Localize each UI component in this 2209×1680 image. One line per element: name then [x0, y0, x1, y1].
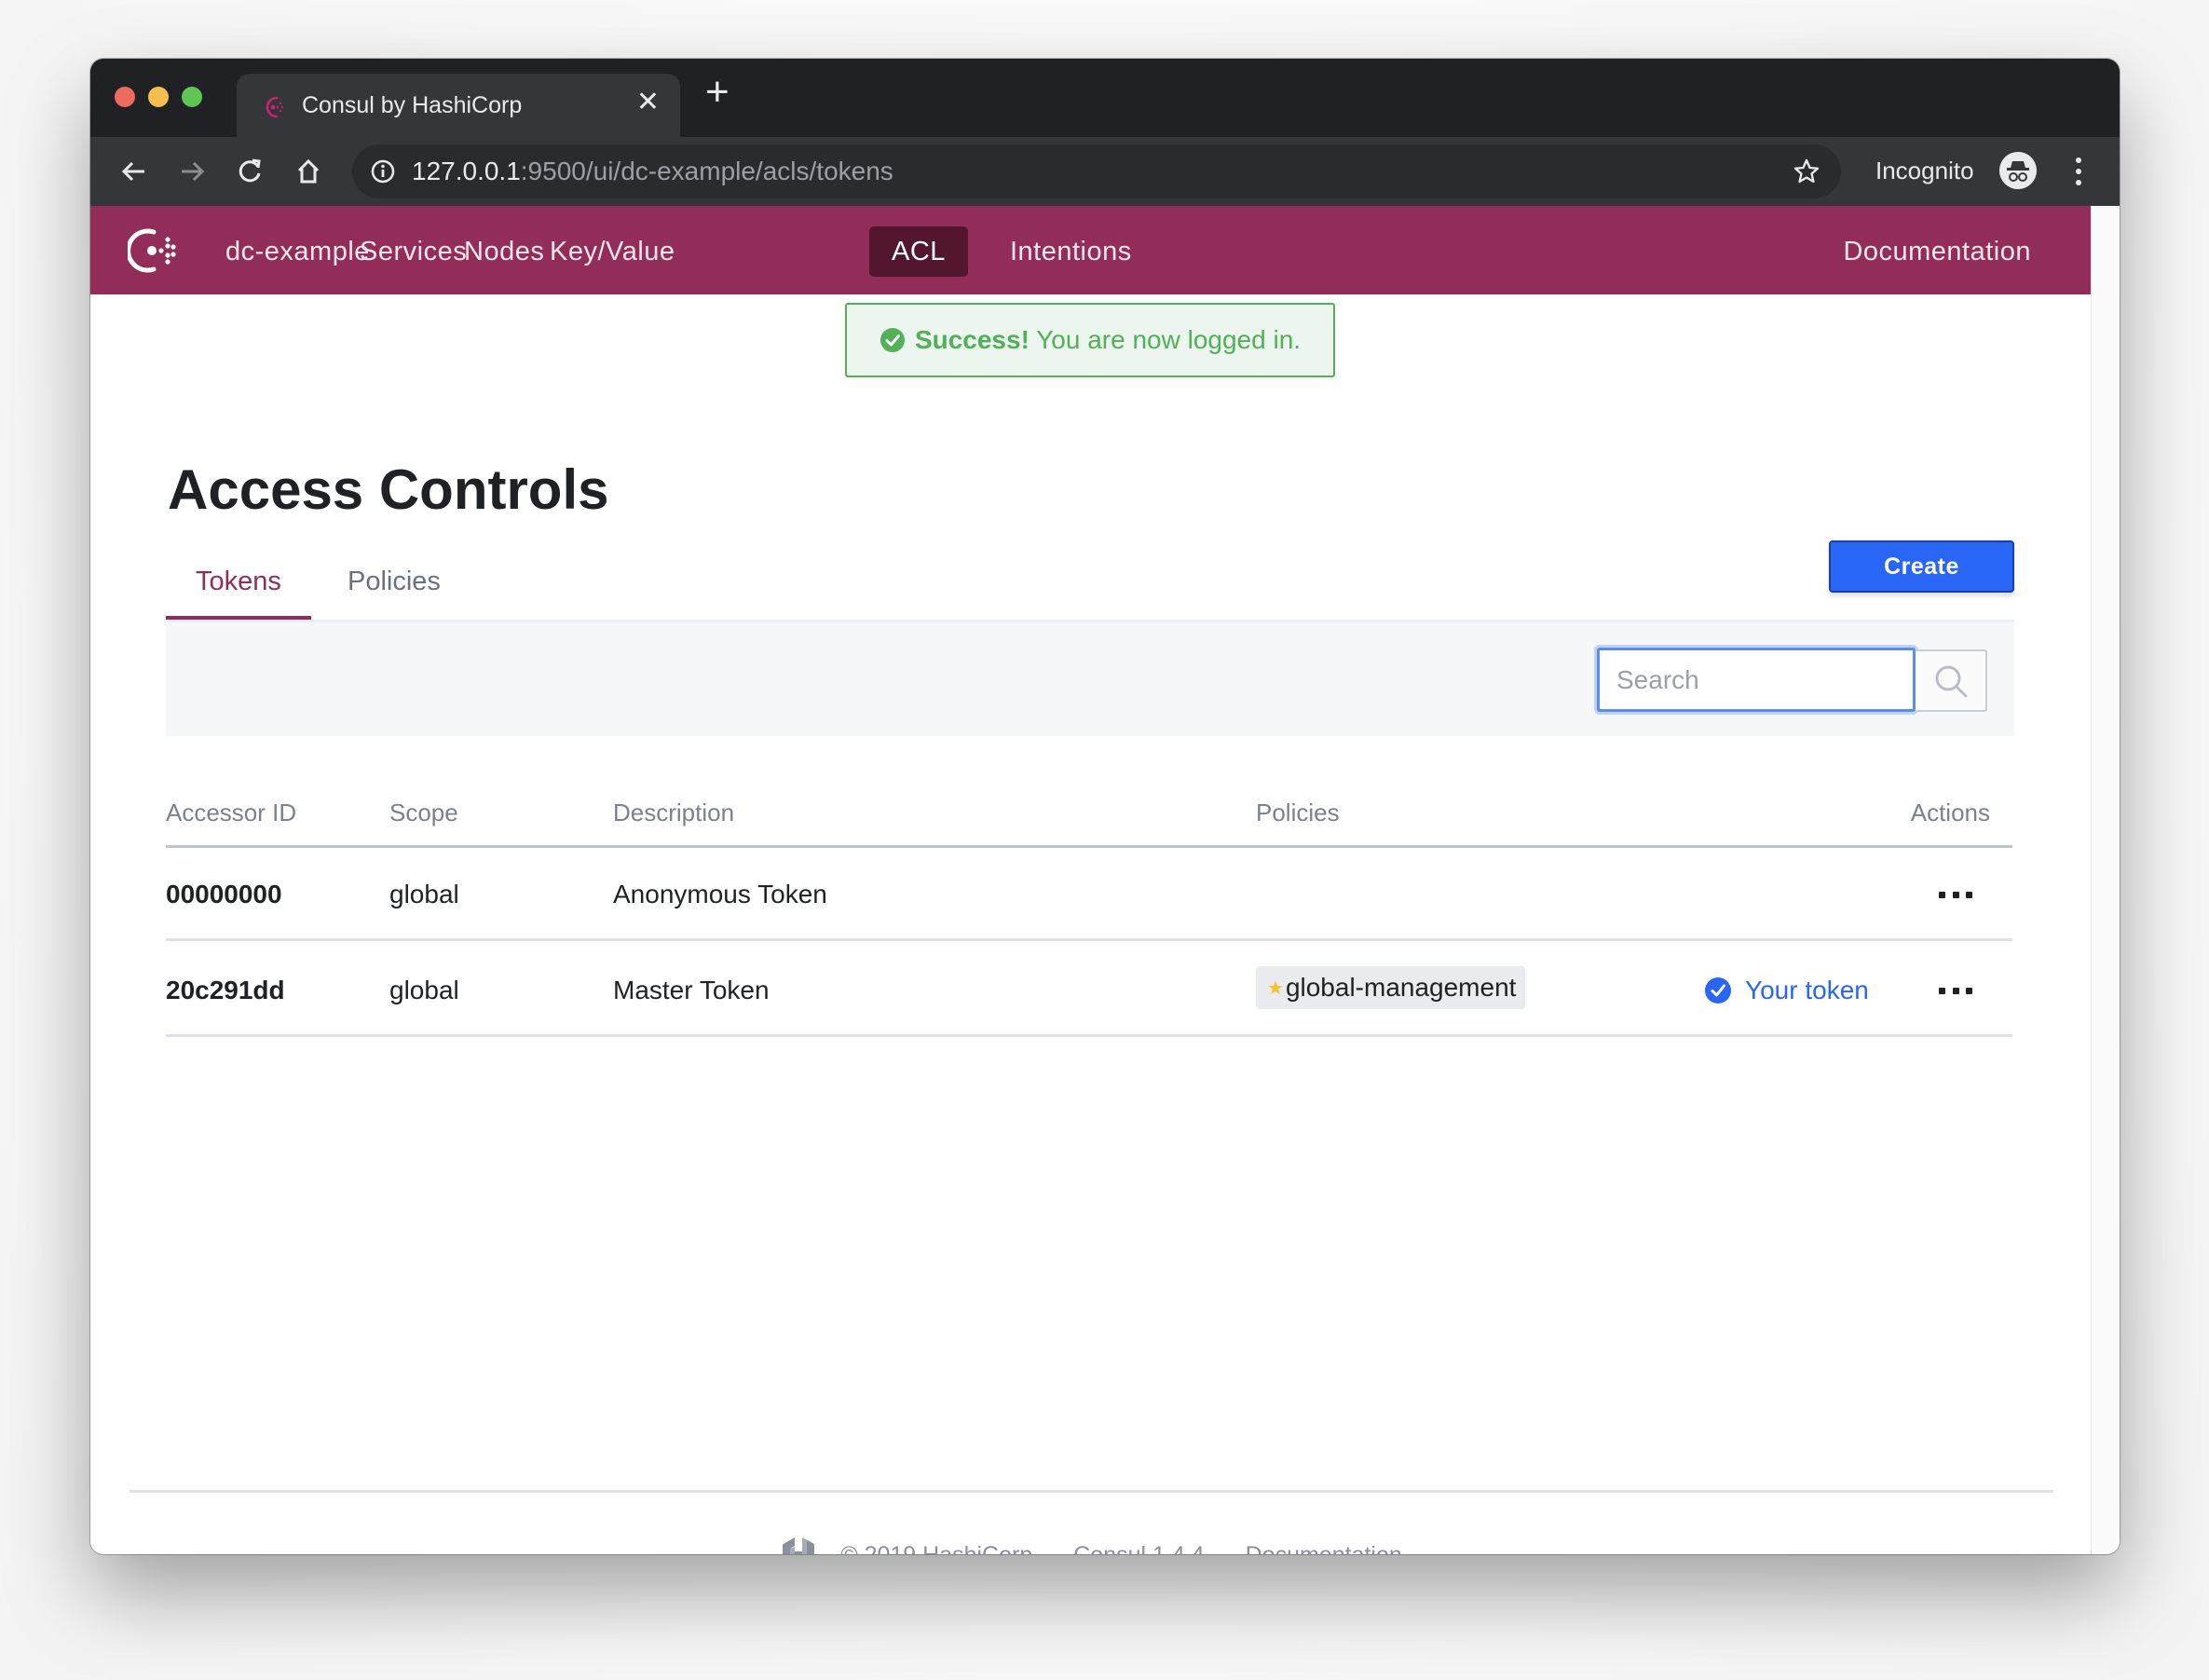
- nav-item-acl[interactable]: ACL: [869, 226, 968, 277]
- url-text: 127.0.0.1:9500/ui/dc-example/acls/tokens: [412, 157, 893, 186]
- new-tab-button[interactable]: +: [705, 72, 730, 113]
- browser-menu-icon[interactable]: [2069, 154, 2088, 189]
- incognito-icon[interactable]: [1999, 152, 2037, 189]
- column-header-scope[interactable]: Scope: [389, 784, 458, 845]
- footer-divider: [130, 1490, 2053, 1493]
- success-title: Success!: [914, 325, 1030, 354]
- row-actions-menu-icon[interactable]: [1937, 977, 1974, 1004]
- nav-documentation-link[interactable]: Documentation: [1843, 226, 2031, 277]
- acl-tabs: Tokens Policies: [166, 551, 2014, 620]
- search-icon: [1935, 665, 1967, 697]
- tab-policies[interactable]: Policies: [318, 551, 470, 620]
- back-icon[interactable]: [116, 154, 152, 189]
- browser-window: Consul by HashiCorp ✕ + 127.0.0.1:9500/u…: [90, 59, 2120, 1554]
- footer-version: Consul 1.4.4: [1073, 1542, 1204, 1555]
- accessor-id[interactable]: 20c291dd: [166, 944, 285, 1037]
- search-input[interactable]: [1597, 648, 1916, 712]
- browser-tab-strip: Consul by HashiCorp ✕ +: [90, 59, 2120, 137]
- scope: global: [389, 880, 459, 908]
- your-token-label: Your token: [1745, 976, 1869, 1004]
- consul-favicon-icon: [266, 96, 284, 118]
- search-button[interactable]: [1916, 649, 1987, 712]
- footer: © 2019 HashiCorp Consul 1.4.4 Documentat…: [90, 1529, 2091, 1554]
- page-title: Access Controls: [168, 458, 609, 521]
- create-button[interactable]: Create: [1829, 540, 2014, 593]
- accessor-id[interactable]: 00000000: [166, 848, 282, 941]
- table-row[interactable]: 00000000 global Anonymous Token: [166, 848, 2012, 941]
- url-host: 127.0.0.1: [412, 157, 521, 185]
- filter-bar: [166, 620, 2014, 736]
- forward-icon[interactable]: [174, 154, 210, 189]
- row-actions-menu-icon[interactable]: [1937, 881, 1974, 908]
- description: Anonymous Token: [613, 880, 827, 908]
- column-header-actions: Actions: [1910, 799, 1990, 826]
- page-scrollbar[interactable]: [2091, 206, 2120, 1554]
- browser-toolbar: 127.0.0.1:9500/ui/dc-example/acls/tokens…: [90, 137, 2120, 206]
- nav-item-key-value[interactable]: Key/Value: [527, 226, 698, 277]
- column-header-accessor-id[interactable]: Accessor ID: [166, 784, 296, 845]
- reload-icon[interactable]: [232, 154, 267, 189]
- success-message: You are now logged in.: [1036, 325, 1302, 354]
- your-token-indicator: Your token: [1704, 944, 1869, 1037]
- policy-badge[interactable]: ★global-management: [1256, 966, 1526, 1009]
- bookmark-star-icon[interactable]: [1793, 157, 1820, 185]
- window-close-button[interactable]: [115, 87, 135, 107]
- window-minimize-button[interactable]: [148, 87, 169, 107]
- incognito-label: Incognito: [1875, 157, 1974, 184]
- top-navigation: dc-example Services Nodes Key/Value ACL …: [90, 206, 2091, 294]
- address-bar[interactable]: 127.0.0.1:9500/ui/dc-example/acls/tokens: [352, 144, 1841, 198]
- site-info-icon[interactable]: [371, 159, 395, 184]
- hashicorp-logo-icon: [783, 1537, 815, 1554]
- browser-tab[interactable]: Consul by HashiCorp ✕: [237, 74, 680, 137]
- tab-title: Consul by HashiCorp: [302, 92, 523, 118]
- footer-copyright: © 2019 HashiCorp: [840, 1542, 1032, 1555]
- window-maximize-button[interactable]: [182, 87, 202, 107]
- column-header-description[interactable]: Description: [613, 784, 734, 845]
- description: Master Token: [613, 976, 770, 1004]
- nav-item-intentions[interactable]: Intentions: [988, 226, 1154, 277]
- column-header-policies[interactable]: Policies: [1256, 784, 1340, 845]
- table-row[interactable]: 20c291dd global Master Token ★global-man…: [166, 944, 2012, 1037]
- success-check-icon: [880, 328, 905, 352]
- url-path: :9500/ui/dc-example/acls/tokens: [520, 157, 893, 185]
- scope: global: [389, 976, 459, 1004]
- success-notification: Success! You are now logged in.: [845, 303, 1335, 377]
- check-circle-icon: [1705, 977, 1731, 1004]
- policy-name: global-management: [1285, 973, 1517, 1002]
- home-icon[interactable]: [291, 154, 326, 189]
- star-icon: ★: [1267, 978, 1284, 999]
- tab-tokens[interactable]: Tokens: [166, 551, 311, 620]
- tab-close-icon[interactable]: ✕: [636, 89, 660, 116]
- page-content: dc-example Services Nodes Key/Value ACL …: [90, 206, 2091, 1554]
- footer-documentation-link[interactable]: Documentation: [1246, 1542, 1402, 1555]
- consul-logo-icon[interactable]: [128, 226, 184, 275]
